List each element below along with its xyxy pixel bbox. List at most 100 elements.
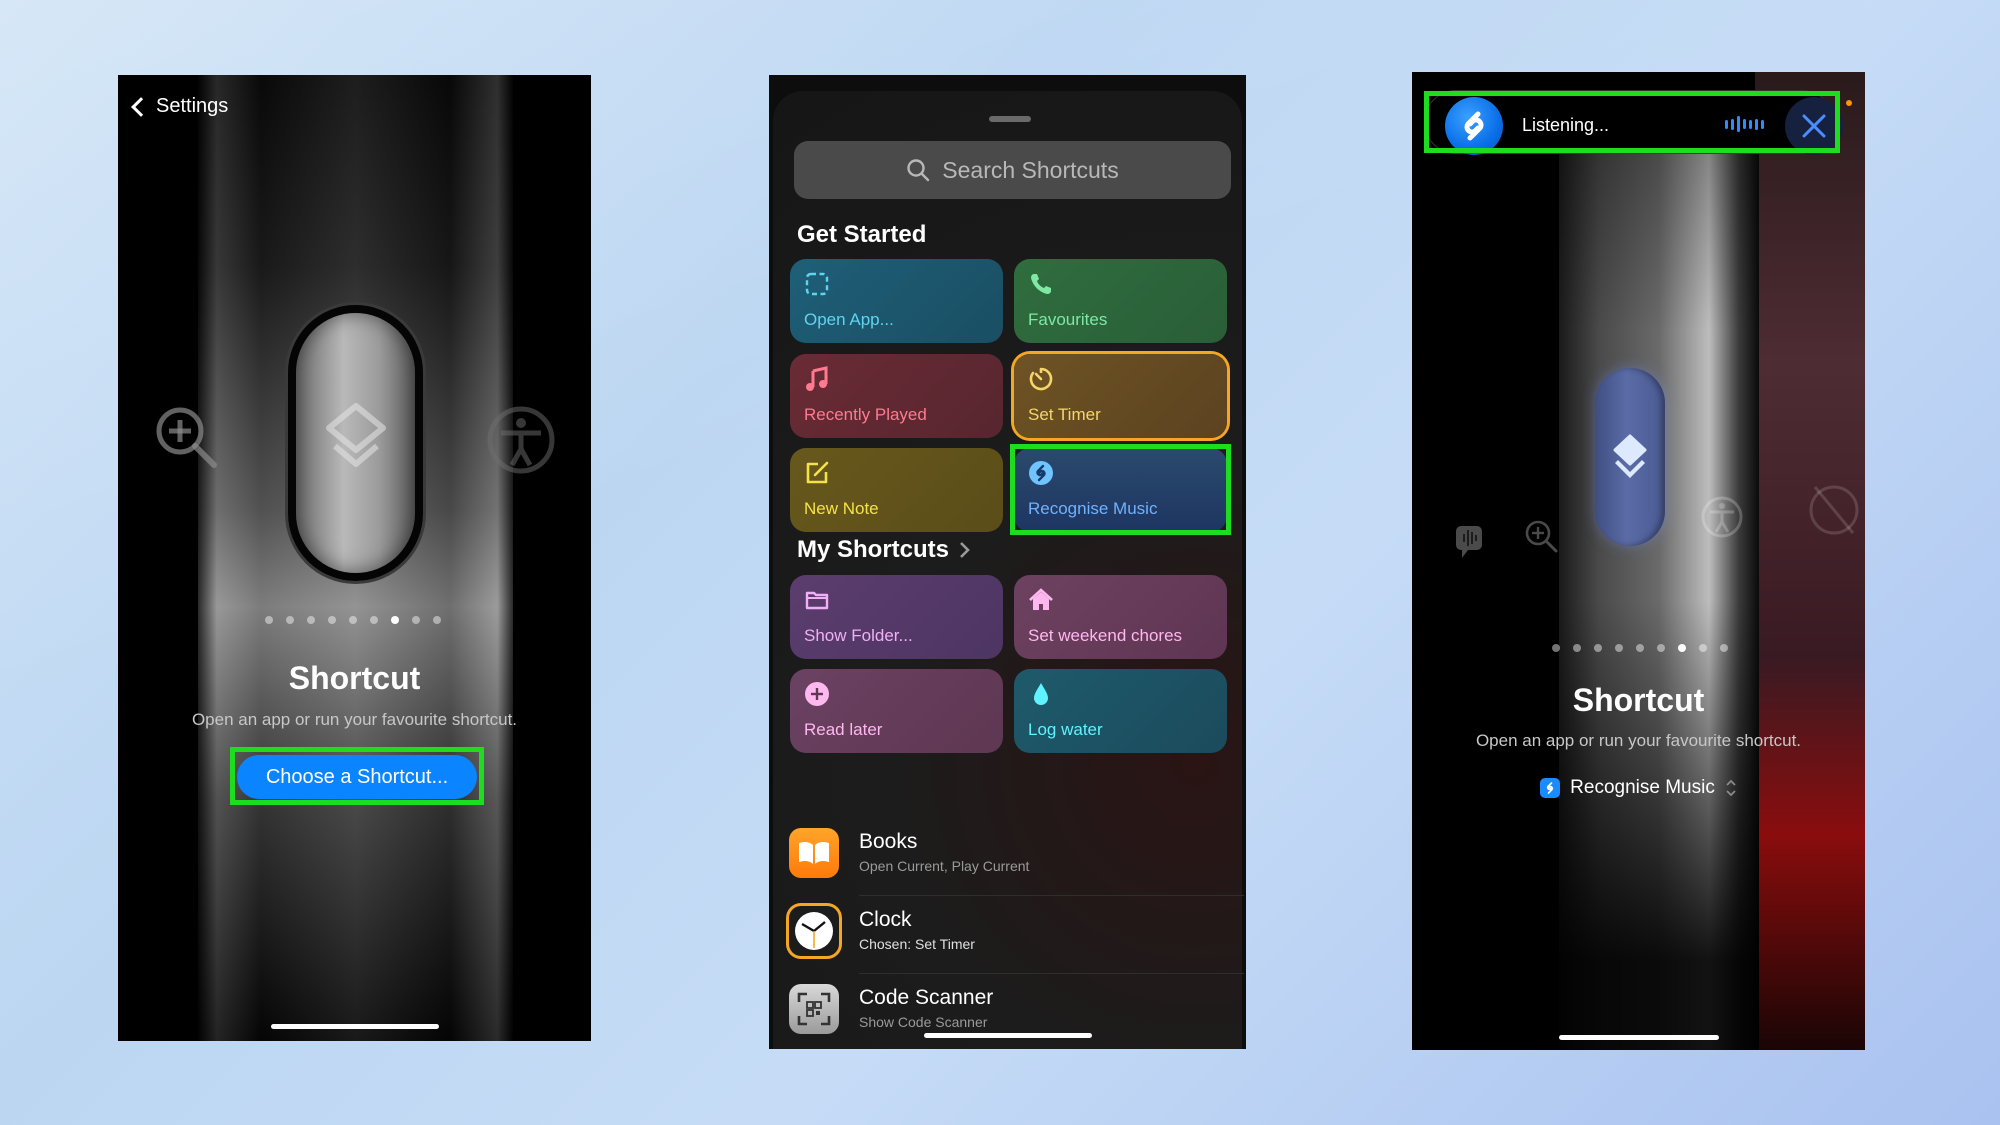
back-label: Settings	[156, 95, 229, 117]
page-dot[interactable]	[1699, 644, 1707, 652]
clock-app-icon	[789, 906, 839, 956]
chevron-right-icon	[960, 542, 970, 558]
page-dot[interactable]	[349, 616, 357, 624]
tile-label: Open App...	[804, 310, 894, 329]
phone-icon	[1031, 274, 1051, 294]
app-actions: Open Current, Play Current	[859, 858, 1030, 874]
list-item-clock[interactable]: Clock Chosen: Set Timer	[789, 896, 1244, 974]
accessibility-icon	[1701, 496, 1743, 538]
qr-code-icon	[797, 992, 831, 1026]
close-icon	[1802, 114, 1826, 138]
page-subtitle: Open an app or run your favourite shortc…	[191, 710, 518, 729]
page-dot[interactable]	[1594, 644, 1602, 652]
search-placeholder: Search Shortcuts	[942, 156, 1119, 183]
selected-shortcut-picker[interactable]: Recognise Music	[1412, 777, 1865, 799]
page-title: Shortcut	[288, 660, 421, 696]
tile-set-timer[interactable]: Set Timer	[1014, 354, 1227, 438]
choose-shortcut-button[interactable]: Choose a Shortcut...	[237, 755, 477, 799]
chevron-left-icon	[131, 96, 151, 117]
voice-memo-icon	[1456, 526, 1482, 558]
list-item-books[interactable]: Books Open Current, Play Current	[789, 818, 1244, 896]
tile-show-folder[interactable]: Show Folder...	[790, 575, 1003, 659]
tile-recognise-music[interactable]: Recognise Music	[1014, 448, 1227, 532]
tile-log-water[interactable]: Log water	[1014, 669, 1227, 753]
zoom-icon	[156, 407, 217, 468]
shazam-icon	[1464, 111, 1484, 141]
zoom-icon	[1525, 520, 1558, 553]
code-scanner-app-icon	[789, 984, 839, 1034]
app-name: Code Scanner	[859, 986, 994, 1009]
tile-recently-played[interactable]: Recently Played	[790, 354, 1003, 438]
compose-icon	[806, 461, 829, 484]
page-dot-active[interactable]	[391, 616, 399, 624]
folder-icon	[805, 591, 829, 610]
music-note-icon	[806, 366, 828, 391]
selected-shortcut-label: Recognise Music	[1570, 777, 1715, 798]
page-indicator[interactable]	[1552, 644, 1728, 652]
app-actions: Chosen: Set Timer	[859, 936, 975, 952]
chevron-up-down-icon	[1726, 779, 1736, 797]
get-started-heading: Get Started	[797, 221, 926, 249]
shortcut-picker-sheet: Search Shortcuts Get Started Open App...…	[773, 91, 1244, 1049]
shazam-icon	[1540, 778, 1561, 798]
page-dot[interactable]	[412, 616, 420, 624]
shortcuts-icon	[1613, 434, 1647, 478]
tile-label: Show Folder...	[804, 626, 913, 645]
house-icon	[1029, 588, 1053, 610]
page-dot[interactable]	[1636, 644, 1644, 652]
app-name: Clock	[859, 908, 912, 931]
search-shortcuts-input[interactable]: Search Shortcuts	[794, 141, 1231, 199]
stop-listening-button[interactable]	[1785, 97, 1843, 155]
my-shortcuts-heading[interactable]: My Shortcuts	[797, 536, 971, 564]
accessibility-icon	[487, 406, 555, 474]
page-dot[interactable]	[307, 616, 315, 624]
back-button[interactable]: Settings	[128, 95, 228, 118]
tile-read-later[interactable]: Read later	[790, 669, 1003, 753]
tile-favourites[interactable]: Favourites	[1014, 259, 1227, 343]
page-dot[interactable]	[328, 616, 336, 624]
silent-mode-icon	[1809, 485, 1859, 535]
dynamic-island-live-activity[interactable]: Listening...	[1424, 90, 1843, 155]
page-dot[interactable]	[1552, 644, 1560, 652]
microphone-in-use-indicator	[1846, 100, 1852, 106]
page-dot-active[interactable]	[1678, 644, 1686, 652]
page-dot[interactable]	[370, 616, 378, 624]
tile-label: Recognise Music	[1028, 499, 1158, 518]
action-button-illustration	[1595, 368, 1665, 546]
clock-face-icon	[795, 912, 833, 950]
timer-icon	[1029, 367, 1053, 391]
phone-screen-shortcut-picker: Search Shortcuts Get Started Open App...…	[769, 75, 1246, 1049]
books-app-icon	[789, 828, 839, 878]
tile-label: Favourites	[1028, 310, 1108, 329]
home-indicator[interactable]	[924, 1033, 1092, 1038]
page-dot[interactable]	[286, 616, 294, 624]
adjacent-mode-backdrop	[1755, 72, 1865, 1050]
page-indicator[interactable]	[265, 616, 441, 624]
sheet-grabber[interactable]	[989, 116, 1031, 122]
audio-waveform-icon	[1725, 116, 1764, 132]
page-dot[interactable]	[1615, 644, 1623, 652]
page-dot[interactable]	[1573, 644, 1581, 652]
app-actions: Show Code Scanner	[859, 1014, 988, 1030]
app-name: Books	[859, 830, 918, 853]
tile-set-weekend-chores[interactable]: Set weekend chores	[1014, 575, 1227, 659]
page-dot[interactable]	[433, 616, 441, 624]
tile-label: Recently Played	[804, 405, 927, 424]
my-shortcuts-label: My Shortcuts	[797, 536, 950, 563]
tile-new-note[interactable]: New Note	[790, 448, 1003, 532]
home-indicator[interactable]	[271, 1024, 439, 1029]
tile-open-app[interactable]: Open App...	[790, 259, 1003, 343]
search-icon	[907, 159, 930, 182]
shazam-logo	[1445, 97, 1503, 155]
dashed-square-icon	[805, 272, 829, 296]
tile-label: Log water	[1028, 720, 1103, 739]
page-dot[interactable]	[1657, 644, 1665, 652]
page-dot[interactable]	[1720, 644, 1728, 652]
page-dot[interactable]	[265, 616, 273, 624]
tile-label: Set Timer	[1028, 405, 1101, 424]
action-button-steel-backdrop	[1559, 152, 1759, 1050]
home-indicator[interactable]	[1559, 1035, 1719, 1040]
page-subtitle: Open an app or run your favourite shortc…	[1475, 731, 1802, 750]
book-icon	[799, 841, 829, 864]
listening-status: Listening...	[1522, 115, 1610, 135]
